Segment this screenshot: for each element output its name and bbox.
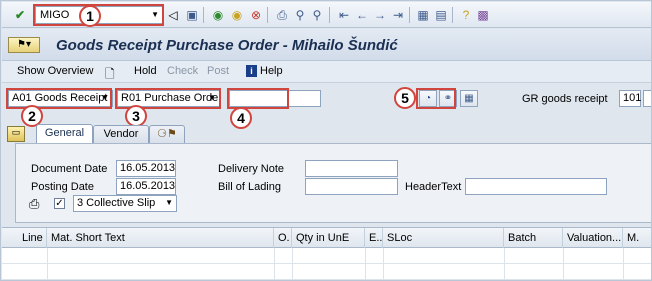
toolbar-separator — [267, 7, 268, 23]
find-icon[interactable]: ⚲ — [292, 7, 308, 23]
show-overview-button[interactable]: Show Overview — [17, 65, 93, 77]
check-icon[interactable]: ✔ — [12, 7, 28, 23]
hold-button[interactable]: Hold — [134, 65, 157, 77]
grid-icon[interactable]: ▦ — [460, 90, 478, 107]
posting-date-field[interactable]: 16.05.2013 — [116, 178, 176, 195]
application-toolbar: Show Overview 🗋 Hold Check Post i Help — [2, 61, 651, 86]
header-text-label: HeaderText — [405, 181, 462, 193]
layout-icon[interactable]: ▩ — [475, 7, 491, 23]
first-page-icon[interactable]: ⇤ — [336, 7, 352, 23]
collapse-icon[interactable]: ◁ — [165, 7, 181, 23]
delivery-note-field[interactable] — [305, 160, 398, 177]
column-header[interactable]: M. — [623, 228, 651, 248]
table-row[interactable] — [2, 264, 651, 280]
reference-value: R01 Purchase Order — [121, 92, 220, 104]
movement-type-field[interactable]: 101 — [619, 90, 641, 107]
toolbar-separator — [409, 7, 410, 23]
bill-of-lading-field[interactable] — [305, 178, 398, 195]
column-divider — [563, 248, 564, 280]
column-header[interactable]: Qty in UnE — [292, 228, 365, 248]
column-header[interactable]: O. — [274, 228, 292, 248]
toolbar-separator — [203, 7, 204, 23]
help-icon[interactable]: ? — [458, 7, 474, 23]
column-header[interactable]: SLoc — [383, 228, 504, 248]
column-header[interactable]: Line — [2, 228, 47, 248]
action-value: A01 Goods Receipt — [12, 92, 108, 104]
print-icon[interactable]: ⎙ — [274, 7, 290, 23]
new-document-icon[interactable]: 🗋 — [105, 65, 115, 86]
new-session-icon[interactable]: ▦ — [415, 7, 431, 23]
movement-type-label: GR goods receipt — [522, 93, 608, 105]
post-button[interactable]: Post — [207, 65, 229, 77]
slip-dropdown[interactable]: 3 Collective Slip ▼ — [73, 195, 177, 212]
toolbar-separator — [329, 7, 330, 23]
page-title: Goods Receipt Purchase Order - Mihailo Š… — [56, 37, 398, 54]
shortcut-icon[interactable]: ▤ — [433, 7, 449, 23]
action-dropdown[interactable]: A01 Goods Receipt ▼ — [8, 90, 113, 107]
command-field-value: MIGO — [40, 9, 70, 21]
items-table: Line Mat. Short Text O. Qty in UnE E.. S… — [2, 227, 651, 280]
tab-partner-icon[interactable]: ⚆⚑ — [149, 125, 185, 144]
cancel-icon[interactable]: ⊗ — [248, 7, 264, 23]
column-divider — [47, 248, 48, 280]
annotation-marker-1: 1 — [79, 5, 101, 27]
slip-value: 3 Collective Slip — [77, 197, 156, 209]
tab-general[interactable]: General — [36, 124, 93, 144]
delivery-note-label: Delivery Note — [218, 163, 285, 175]
column-divider — [504, 248, 505, 280]
table-header: Line Mat. Short Text O. Qty in UnE E.. S… — [2, 228, 651, 248]
last-page-icon[interactable]: ⇥ — [390, 7, 406, 23]
execute-icon[interactable]: ◔ — [419, 90, 437, 107]
column-divider — [365, 248, 366, 280]
check-button[interactable]: Check — [167, 65, 198, 77]
tab-vendor[interactable]: Vendor — [93, 125, 149, 144]
annotation-marker-5: 5 — [394, 87, 416, 109]
po-number-input[interactable] — [229, 90, 321, 107]
save-icon[interactable]: ▣ — [184, 7, 200, 23]
table-row[interactable] — [2, 248, 651, 264]
menu-icon[interactable]: ⚑▾ — [8, 37, 40, 53]
binoculars-icon[interactable]: ⚭ — [439, 90, 457, 107]
folder-icon[interactable]: ▭ — [7, 126, 25, 142]
find-next-icon[interactable]: ⚲ — [309, 7, 325, 23]
title-bar: ⚑▾ Goods Receipt Purchase Order - Mihail… — [2, 29, 651, 61]
chevron-down-icon[interactable]: ▼ — [101, 93, 109, 102]
movement-type-extra-field[interactable] — [643, 90, 651, 107]
posting-date-label: Posting Date — [31, 181, 94, 193]
info-icon: i — [246, 65, 257, 77]
general-panel: Document Date 16.05.2013 Posting Date 16… — [15, 143, 651, 223]
document-date-label: Document Date — [31, 163, 108, 175]
help-button[interactable]: Help — [260, 65, 283, 77]
header-row: A01 Goods Receipt ▼ R01 Purchase Order ▼… — [2, 84, 651, 120]
exit-icon[interactable]: ◉ — [229, 7, 245, 23]
print-checkbox[interactable]: ✓ — [54, 198, 65, 209]
column-divider — [274, 248, 275, 280]
column-header[interactable]: Mat. Short Text — [47, 228, 274, 248]
column-divider — [623, 248, 624, 280]
bill-of-lading-label: Bill of Lading — [218, 181, 281, 193]
toolbar-separator — [452, 7, 453, 23]
column-divider — [292, 248, 293, 280]
back-icon[interactable]: ◉ — [210, 7, 226, 23]
document-date-field[interactable]: 16.05.2013 — [116, 160, 176, 177]
column-divider — [383, 248, 384, 280]
printer-icon: ⎙ — [29, 196, 40, 211]
chevron-down-icon[interactable]: ▼ — [165, 198, 173, 207]
header-text-field[interactable] — [465, 178, 607, 195]
prev-page-icon[interactable]: ← — [354, 7, 370, 23]
column-header[interactable]: Valuation... — [563, 228, 623, 248]
next-page-icon[interactable]: → — [372, 7, 388, 23]
column-header[interactable]: Batch — [504, 228, 563, 248]
tab-strip: ▭ General Vendor ⚆⚑ — [2, 122, 651, 144]
sap-window: ✔ MIGO ▼ ◁ ▣ ◉ ◉ ⊗ ⎙ ⚲ ⚲ ⇤ ← → ⇥ ▦ ▤ ? ▩… — [0, 0, 652, 281]
chevron-down-icon[interactable]: ▼ — [208, 93, 216, 102]
chevron-down-icon[interactable]: ▼ — [151, 10, 159, 19]
column-header[interactable]: E.. — [365, 228, 383, 248]
